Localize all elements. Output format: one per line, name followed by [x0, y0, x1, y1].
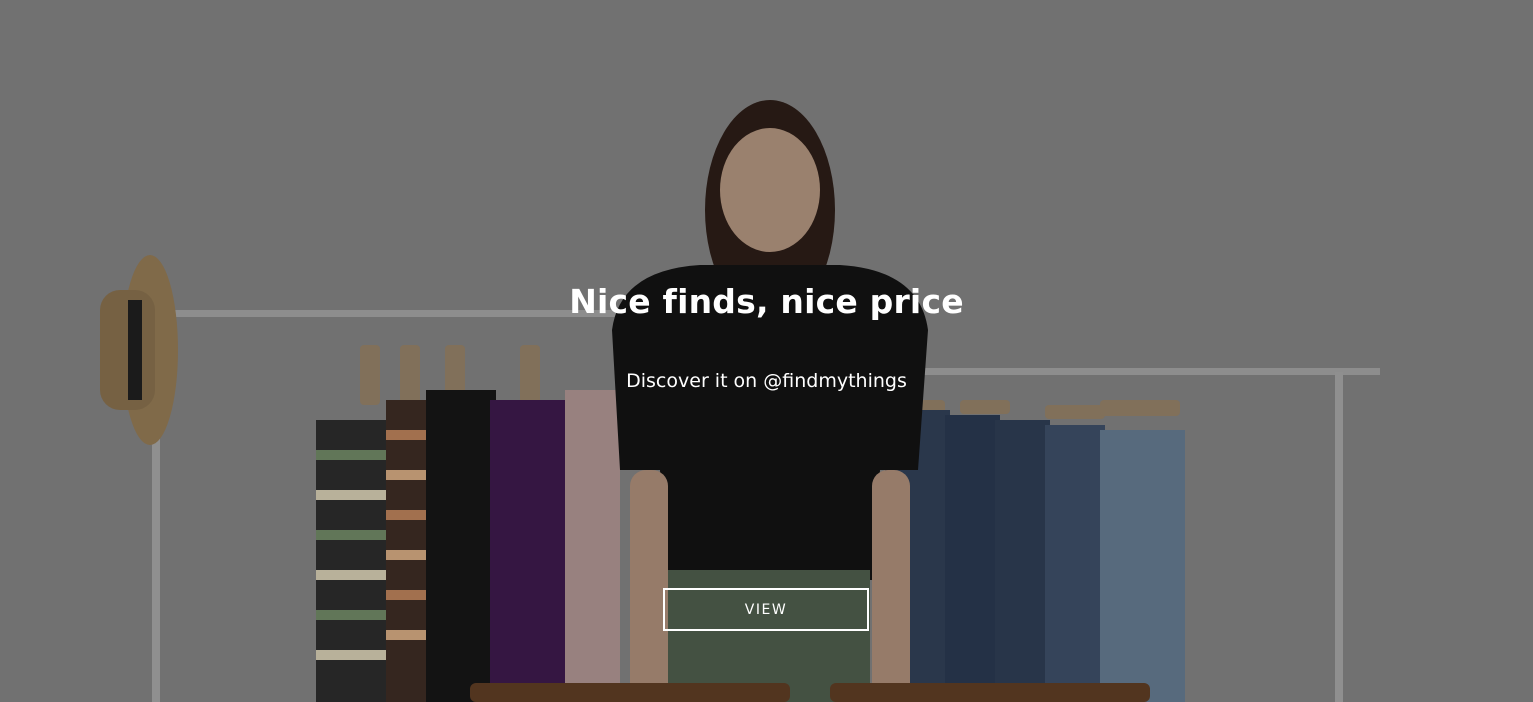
view-button[interactable]: VIEW: [663, 588, 869, 631]
hero-banner: Nice finds, nice price Discover it on @f…: [0, 0, 1533, 702]
hero-subline: Discover it on @findmythings: [626, 370, 907, 392]
hero-headline: Nice finds, nice price: [569, 282, 964, 321]
hero-content: Nice finds, nice price Discover it on @f…: [0, 0, 1533, 702]
